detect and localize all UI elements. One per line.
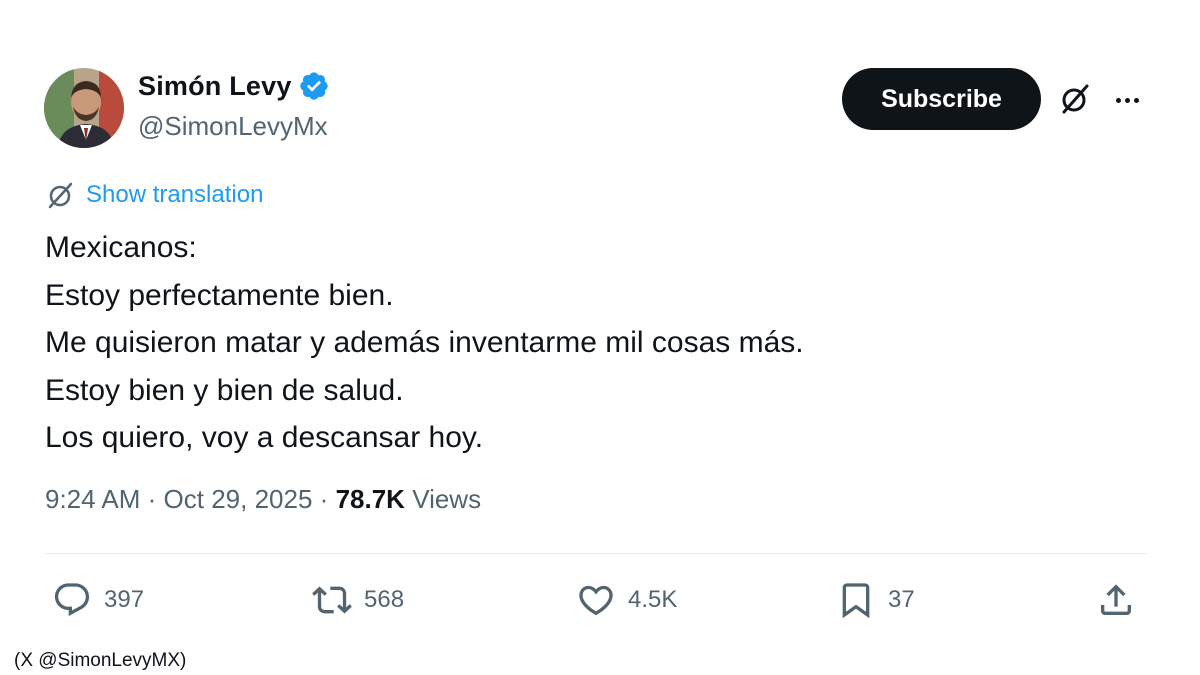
tweet-line: Me quisieron matar y además inventarme m… xyxy=(45,326,804,359)
bookmark-button[interactable]: 37 xyxy=(836,580,915,620)
tweet-text: Mexicanos: Estoy perfectamente bien. Me … xyxy=(45,224,1145,462)
grok-icon[interactable] xyxy=(1058,82,1092,116)
repost-button[interactable]: 568 xyxy=(312,580,404,620)
share-icon xyxy=(1101,584,1131,615)
divider xyxy=(45,553,1147,554)
views-count[interactable]: 78.7K xyxy=(336,484,405,514)
tweet-line: Los quiero, voy a descansar hoy. xyxy=(45,421,484,454)
heart-icon xyxy=(579,585,613,616)
views-label[interactable]: Views xyxy=(412,484,481,514)
show-translation-link[interactable]: Show translation xyxy=(46,180,263,210)
more-icon[interactable] xyxy=(1110,86,1144,114)
tweet-time[interactable]: 9:24 AM xyxy=(45,484,140,514)
repost-count: 568 xyxy=(364,586,405,613)
meta-separator: · xyxy=(319,484,329,514)
subscribe-button[interactable]: Subscribe xyxy=(842,68,1041,130)
bookmark-count: 37 xyxy=(888,586,915,613)
tweet-line: Mexicanos: xyxy=(45,231,197,264)
tweet-date[interactable]: Oct 29, 2025 xyxy=(164,484,313,514)
author-name-row[interactable]: Simón Levy xyxy=(138,70,330,102)
reply-count: 397 xyxy=(104,586,145,613)
author-handle[interactable]: @SimonLevyMx xyxy=(138,111,328,142)
share-button[interactable] xyxy=(1096,580,1136,620)
tweet-meta: 9:24 AM · Oct 29, 2025 · 78.7K Views xyxy=(45,484,481,515)
avatar-image xyxy=(44,68,124,148)
tweet-line: Estoy perfectamente bien. xyxy=(45,278,394,312)
bookmark-icon xyxy=(842,583,870,619)
tweet-line: Estoy bien y bien de salud. xyxy=(45,373,404,407)
meta-separator: · xyxy=(147,484,157,514)
repost-icon xyxy=(312,586,352,614)
translate-icon xyxy=(48,182,73,209)
reply-icon xyxy=(54,583,90,617)
author-name[interactable]: Simón Levy xyxy=(138,71,292,102)
like-button[interactable]: 4.5K xyxy=(576,580,677,620)
reply-button[interactable]: 397 xyxy=(52,580,144,620)
avatar[interactable] xyxy=(44,68,124,148)
show-translation-label[interactable]: Show translation xyxy=(86,181,263,209)
image-caption: (X @SimonLevyMX) xyxy=(14,650,187,671)
verified-badge-icon[interactable] xyxy=(298,70,330,102)
like-count: 4.5K xyxy=(628,586,678,613)
